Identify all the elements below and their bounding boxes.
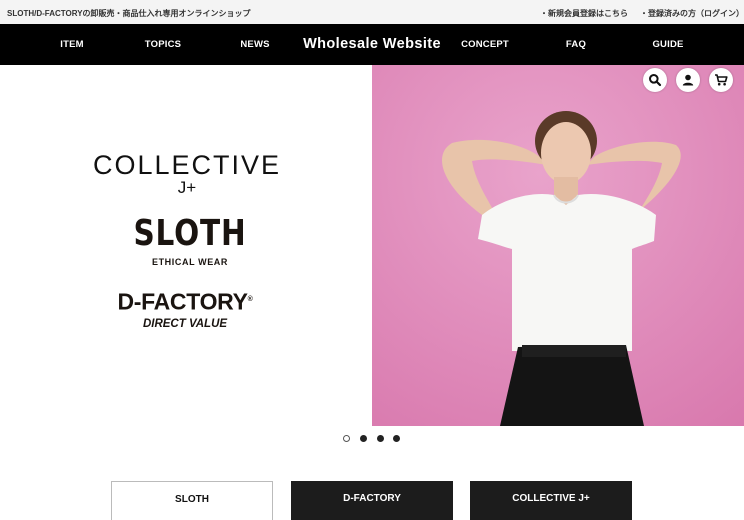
nav-item-faq[interactable]: FAQ	[566, 39, 586, 50]
nav-item-item[interactable]: ITEM	[60, 39, 84, 50]
collective-logo[interactable]: COLLECTIVE J+	[93, 151, 281, 197]
carousel-dot-4[interactable]	[393, 435, 400, 442]
sloth-logo[interactable]: SLOTH ETHICAL WEAR	[121, 213, 259, 268]
dfactory-logo-text-row: D-FACTORY®	[117, 287, 252, 315]
login-link[interactable]: ・登録済みの方（ログイン）	[640, 8, 744, 19]
tab-sloth[interactable]: SLOTH	[111, 481, 273, 520]
collective-logo-text: COLLECTIVE	[92, 150, 282, 180]
register-link[interactable]: ・新規会員登録はこちら	[540, 8, 628, 19]
hero-model-image[interactable]	[372, 65, 744, 426]
collective-logo-sub: J+	[177, 178, 197, 197]
carousel-dot-2[interactable]	[360, 435, 367, 442]
search-icon	[649, 74, 662, 87]
site-description: SLOTH/D-FACTORYの卸販売・商品仕入れ専用オンラインショップ	[7, 9, 251, 18]
sloth-logo-text: SLOTH	[133, 213, 247, 254]
dfactory-logo[interactable]: D-FACTORY® DIRECT VALUE	[117, 287, 252, 331]
tab-d-factory[interactable]: D-FACTORY	[291, 481, 453, 520]
cart-icon	[715, 74, 728, 86]
site-brand-title[interactable]: Wholesale Website	[303, 36, 441, 52]
nav-item-concept[interactable]: CONCEPT	[461, 39, 509, 50]
hero-brand-logos: COLLECTIVE J+ SLOTH ETHICAL WEAR D-FACTO…	[0, 65, 372, 426]
dfactory-registered-mark: ®	[247, 296, 253, 303]
search-button[interactable]	[643, 68, 667, 92]
nav-item-news[interactable]: NEWS	[240, 39, 269, 50]
carousel-dot-3[interactable]	[377, 435, 384, 442]
model-illustration	[372, 65, 744, 426]
nav-item-guide[interactable]: GUIDE	[652, 39, 683, 50]
cart-button[interactable]	[709, 68, 733, 92]
main-nav: ITEM TOPICS NEWS Wholesale Website CONCE…	[0, 24, 744, 65]
carousel-dot-1[interactable]	[343, 435, 350, 442]
tab-collective-j-plus[interactable]: COLLECTIVE J+	[470, 481, 632, 520]
sloth-logo-sub: ETHICAL WEAR	[151, 257, 229, 267]
account-button[interactable]	[676, 68, 700, 92]
nav-item-topics[interactable]: TOPICS	[145, 39, 181, 50]
top-utility-bar: SLOTH/D-FACTORYの卸販売・商品仕入れ専用オンラインショップ ・新規…	[0, 0, 744, 24]
dfactory-logo-sub: DIRECT VALUE	[142, 317, 228, 330]
user-icon	[682, 74, 694, 86]
dfactory-logo-text: D-FACTORY	[117, 288, 248, 315]
